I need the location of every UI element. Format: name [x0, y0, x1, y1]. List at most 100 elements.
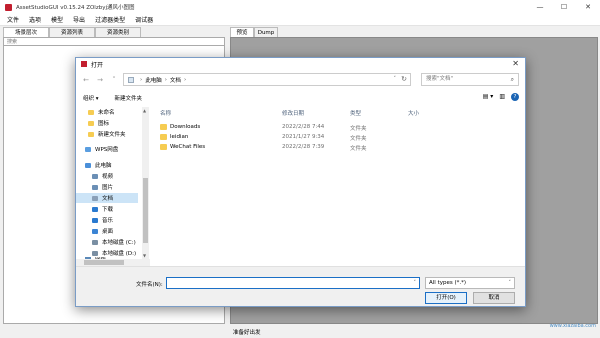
column-name[interactable]: 名称	[160, 109, 171, 117]
dialog-app-icon	[81, 61, 87, 67]
breadcrumb-this-pc[interactable]: 此电脑	[145, 76, 162, 84]
video-icon	[92, 173, 98, 179]
window-title: AssetStudioGUI v0.15.24 ZOlzbyj通风小图图	[16, 5, 135, 11]
nav-item-videos[interactable]: 视频	[92, 171, 113, 181]
close-button[interactable]: ✕	[576, 0, 600, 14]
minimize-button[interactable]: —	[528, 0, 552, 14]
menu-bar: 文件 选项 模型 导出 过滤器类型 调试器	[0, 14, 600, 26]
help-icon[interactable]: ?	[511, 93, 519, 101]
file-list-header: 名称 修改日期 类型 大小	[152, 108, 525, 118]
chevron-down-icon: ˅	[508, 280, 512, 286]
tab-scene-hierarchy[interactable]: 场景层次	[3, 27, 49, 37]
folder-icon	[88, 131, 94, 137]
cancel-button[interactable]: 取消	[473, 292, 515, 304]
file-row[interactable]: Downloads 2022/2/28 7:44 文件夹	[152, 122, 525, 132]
dialog-title-bar: 打开	[76, 58, 525, 70]
desktop-icon	[92, 228, 98, 234]
tab-asset-classes[interactable]: 资源类别	[95, 27, 141, 37]
scene-search-input[interactable]: 搜索	[3, 37, 225, 46]
dialog-search-input[interactable]: 搜索"文档" ⌕	[421, 73, 519, 86]
filetype-select[interactable]: All types (*.*) ˅	[425, 277, 515, 289]
picture-icon	[92, 184, 98, 190]
scrollbar-thumb[interactable]	[84, 260, 124, 265]
file-date: 2022/2/28 7:44	[282, 124, 325, 130]
dialog-search-placeholder: 搜索"文档"	[426, 76, 454, 82]
filetype-value: All types (*.*)	[429, 280, 467, 286]
nav-item-disk-c[interactable]: 本地磁盘 (C:)	[92, 237, 136, 247]
menu-model[interactable]: 模型	[51, 15, 63, 24]
scroll-down-icon[interactable]: ▼	[143, 253, 146, 258]
preview-pane-icon[interactable]: ▥	[499, 93, 505, 101]
address-bar[interactable]: › 此电脑 › 文档 › ˅ ↻	[123, 73, 411, 86]
file-name: leidian	[170, 134, 189, 140]
view-options-icon[interactable]: ▤ ▾	[483, 93, 494, 101]
nav-item-pictures[interactable]: 图片	[92, 182, 113, 192]
search-icon: ⌕	[510, 76, 514, 83]
filename-label: 文件名(N):	[136, 282, 163, 288]
download-icon	[92, 206, 98, 212]
dialog-bottom-panel: 文件名(N): ˅ All types (*.*) ˅ 打开(O) 取消	[76, 266, 525, 306]
menu-options[interactable]: 选项	[29, 15, 41, 24]
folder-icon	[160, 144, 167, 150]
tab-preview[interactable]: 预览	[230, 27, 254, 37]
nav-item-new-folder[interactable]: 新建文件夹	[88, 129, 126, 139]
disk-icon	[92, 250, 98, 256]
folder-icon	[160, 134, 167, 140]
nav-item-unnamed[interactable]: 未命名	[88, 107, 115, 117]
nav-pane-scrollbar[interactable]: ▲ ▼	[142, 107, 149, 259]
status-bar: 准备好出发	[0, 325, 600, 338]
organize-menu-button[interactable]: 组织 ▾	[83, 94, 99, 102]
file-date: 2021/1/27 9:34	[282, 134, 325, 140]
dialog-close-icon[interactable]: ✕	[512, 59, 519, 68]
maximize-button[interactable]: ☐	[552, 0, 576, 14]
history-dropdown-icon[interactable]: ˅	[110, 76, 118, 84]
nav-item-documents[interactable]: 文档	[76, 193, 138, 203]
title-bar: AssetStudioGUI v0.15.24 ZOlzbyj通风小图图 — ☐…	[0, 0, 600, 14]
file-date: 2022/2/28 7:39	[282, 144, 325, 150]
tab-asset-list[interactable]: 资源列表	[49, 27, 95, 37]
menu-filter-type[interactable]: 过滤器类型	[95, 15, 125, 24]
column-date[interactable]: 修改日期	[282, 109, 304, 117]
file-name: Downloads	[170, 124, 201, 130]
disk-icon	[92, 239, 98, 245]
breadcrumb-documents[interactable]: 文档	[170, 76, 181, 84]
computer-icon	[85, 162, 91, 168]
status-text: 准备好出发	[233, 330, 261, 336]
navigation-pane: 未命名 图标 新建文件夹 WPS网盘 此电脑 视频 图片 文档 下载 音乐 桌面…	[76, 107, 150, 260]
menu-export[interactable]: 导出	[73, 15, 85, 24]
refresh-icon[interactable]: ↻	[401, 75, 407, 83]
dialog-title: 打开	[91, 61, 104, 69]
cloud-icon	[85, 146, 91, 152]
menu-debug[interactable]: 调试器	[135, 15, 153, 24]
menu-file[interactable]: 文件	[7, 15, 19, 24]
back-arrow-icon[interactable]: ←	[82, 76, 90, 84]
breadcrumb-separator: ›	[164, 76, 167, 83]
scrollbar-thumb[interactable]	[143, 178, 148, 243]
nav-item-icons[interactable]: 图标	[88, 118, 109, 128]
nav-item-desktop[interactable]: 桌面	[92, 226, 113, 236]
nav-pane-horizontal-scrollbar[interactable]	[76, 259, 150, 266]
file-row[interactable]: leidian 2021/1/27 9:34 文件夹	[152, 132, 525, 142]
nav-item-this-pc[interactable]: 此电脑	[85, 160, 112, 170]
scroll-up-icon[interactable]: ▲	[143, 108, 146, 113]
open-button[interactable]: 打开(O)	[425, 292, 467, 304]
document-icon	[92, 195, 98, 201]
file-row[interactable]: WeChat Files 2022/2/28 7:39 文件夹	[152, 142, 525, 152]
dialog-nav-bar: ← → ˅ ↑ › 此电脑 › 文档 › ˅ ↻ 搜索"文档" ⌕	[76, 72, 525, 88]
forward-arrow-icon[interactable]: →	[96, 76, 104, 84]
nav-item-music[interactable]: 音乐	[92, 215, 113, 225]
left-tabs: 场景层次 资源列表 资源类别	[3, 27, 225, 37]
column-type[interactable]: 类型	[350, 109, 361, 117]
new-folder-button[interactable]: 新建文件夹	[115, 94, 143, 102]
filename-input[interactable]: ˅	[166, 277, 420, 289]
file-name: WeChat Files	[170, 144, 206, 150]
open-file-dialog: 打开 ✕ ← → ˅ ↑ › 此电脑 › 文档 › ˅ ↻ 搜索"文档" ⌕ 组…	[75, 57, 526, 307]
tab-dump[interactable]: Dump	[254, 27, 278, 37]
nav-item-wps-cloud[interactable]: WPS网盘	[85, 144, 118, 154]
chevron-down-icon[interactable]: ˅	[414, 280, 417, 286]
watermark: www.xiazaiba.com	[549, 323, 596, 329]
folder-icon	[160, 124, 167, 130]
column-size[interactable]: 大小	[408, 109, 419, 117]
address-dropdown-icon[interactable]: ˅	[394, 76, 397, 82]
nav-item-downloads[interactable]: 下载	[92, 204, 113, 214]
